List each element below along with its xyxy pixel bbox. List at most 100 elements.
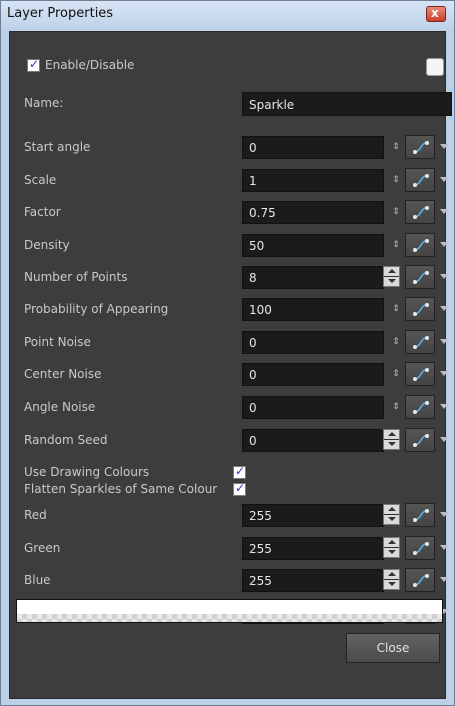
function-menu-arrow[interactable] — [439, 200, 449, 224]
function-button[interactable] — [405, 233, 435, 257]
function-button[interactable] — [405, 536, 435, 560]
function-menu-arrow[interactable] — [439, 233, 449, 257]
param-value-field[interactable]: 255 — [242, 504, 384, 527]
param-label: Red — [24, 508, 47, 522]
function-menu-arrow[interactable] — [439, 428, 449, 452]
param-value: 100 — [249, 303, 272, 317]
param-value-field[interactable]: 0 — [242, 396, 384, 419]
function-menu-arrow[interactable] — [439, 297, 449, 321]
param-value-field[interactable]: 0 — [242, 429, 384, 452]
param-value-field[interactable]: 255 — [242, 569, 384, 592]
spin-arrows[interactable]: ⇕ — [390, 201, 402, 224]
enable-checkbox[interactable]: ✓ — [27, 57, 40, 72]
name-value: Sparkle — [249, 98, 295, 112]
decrement-arrow[interactable] — [384, 440, 399, 449]
param-value-field[interactable]: 0 — [242, 331, 384, 354]
spin-arrows[interactable]: ⇕ — [390, 234, 402, 257]
function-curve-icon — [413, 509, 429, 522]
close-icon: x — [431, 6, 439, 20]
function-curve-icon — [413, 542, 429, 555]
function-button[interactable] — [405, 135, 435, 159]
spin-arrows[interactable]: ⇕ — [390, 136, 402, 159]
function-button[interactable] — [405, 168, 435, 192]
flatten-sparkles-checkbox[interactable]: ✓ — [233, 481, 246, 496]
spin-buttons[interactable] — [383, 569, 400, 590]
param-value-field[interactable]: 50 — [242, 234, 384, 257]
param-label: Scale — [24, 173, 57, 187]
param-label: Center Noise — [24, 367, 102, 381]
increment-arrow[interactable] — [384, 267, 399, 276]
function-button[interactable] — [405, 503, 435, 527]
function-menu-arrow[interactable] — [439, 135, 449, 159]
function-curve-icon — [413, 141, 429, 154]
function-button[interactable] — [405, 568, 435, 592]
window-close-button[interactable]: x — [426, 6, 446, 22]
decrement-arrow[interactable] — [384, 548, 399, 557]
decrement-arrow[interactable] — [384, 277, 399, 286]
spin-arrows[interactable]: ⇕ — [390, 298, 402, 321]
use-drawing-colours-label: Use Drawing Colours — [24, 465, 150, 479]
function-button[interactable] — [405, 428, 435, 452]
spin-buttons[interactable] — [383, 537, 400, 558]
param-value-field[interactable]: 255 — [242, 537, 384, 560]
function-curve-icon — [413, 574, 429, 587]
close-button[interactable]: Close — [346, 633, 440, 663]
param-value: 0 — [249, 434, 257, 448]
increment-arrow[interactable] — [384, 570, 399, 579]
function-button[interactable] — [405, 297, 435, 321]
title-bar[interactable]: Layer Properties x — [1, 1, 454, 27]
increment-arrow[interactable] — [384, 430, 399, 439]
param-value-field[interactable]: 0.75 — [242, 201, 384, 224]
color-preview — [16, 599, 443, 623]
param-value: 0 — [249, 141, 257, 155]
increment-arrow[interactable] — [384, 505, 399, 514]
function-curve-icon — [413, 401, 429, 414]
increment-arrow[interactable] — [384, 538, 399, 547]
param-label: Probability of Appearing — [24, 302, 169, 316]
spin-buttons[interactable] — [383, 504, 400, 525]
spin-arrows[interactable]: ⇕ — [390, 169, 402, 192]
function-menu-arrow[interactable] — [439, 168, 449, 192]
param-value-field[interactable]: 100 — [242, 298, 384, 321]
use-drawing-colours-checkbox[interactable]: ✓ — [233, 464, 246, 479]
spin-buttons[interactable] — [383, 266, 400, 287]
spin-arrows[interactable]: ⇕ — [390, 396, 402, 419]
spin-arrows[interactable]: ⇕ — [390, 363, 402, 386]
spin-arrows[interactable]: ⇕ — [390, 331, 402, 354]
name-label: Name: — [24, 96, 64, 110]
function-menu-arrow[interactable] — [439, 395, 449, 419]
decrement-arrow[interactable] — [384, 580, 399, 589]
param-label: Start angle — [24, 140, 91, 154]
function-button[interactable] — [405, 395, 435, 419]
function-button[interactable] — [405, 330, 435, 354]
function-curve-icon — [413, 206, 429, 219]
function-menu-arrow[interactable] — [439, 362, 449, 386]
param-label: Blue — [24, 573, 51, 587]
function-menu-arrow[interactable] — [439, 503, 449, 527]
function-curve-icon — [413, 336, 429, 349]
layer-color-swatch[interactable] — [426, 58, 444, 76]
function-menu-arrow[interactable] — [439, 568, 449, 592]
param-value-field[interactable]: 1 — [242, 169, 384, 192]
function-button[interactable] — [405, 362, 435, 386]
check-icon: ✓ — [235, 481, 246, 495]
param-value-field[interactable]: 0 — [242, 363, 384, 386]
param-value: 0 — [249, 368, 257, 382]
function-button[interactable] — [405, 265, 435, 289]
spin-buttons[interactable] — [383, 429, 400, 450]
transparency-checker — [17, 614, 442, 622]
function-curve-icon — [413, 368, 429, 381]
check-icon: ✓ — [29, 57, 40, 71]
function-menu-arrow[interactable] — [439, 536, 449, 560]
param-label: Density — [24, 238, 70, 252]
param-label: Green — [24, 541, 61, 555]
function-menu-arrow[interactable] — [439, 265, 449, 289]
param-value-field[interactable]: 0 — [242, 136, 384, 159]
name-field[interactable]: Sparkle — [242, 92, 452, 116]
param-value: 8 — [249, 271, 257, 285]
param-value-field[interactable]: 8 — [242, 266, 384, 289]
function-menu-arrow[interactable] — [439, 330, 449, 354]
decrement-arrow[interactable] — [384, 515, 399, 524]
enable-label: Enable/Disable — [45, 58, 135, 72]
function-button[interactable] — [405, 200, 435, 224]
